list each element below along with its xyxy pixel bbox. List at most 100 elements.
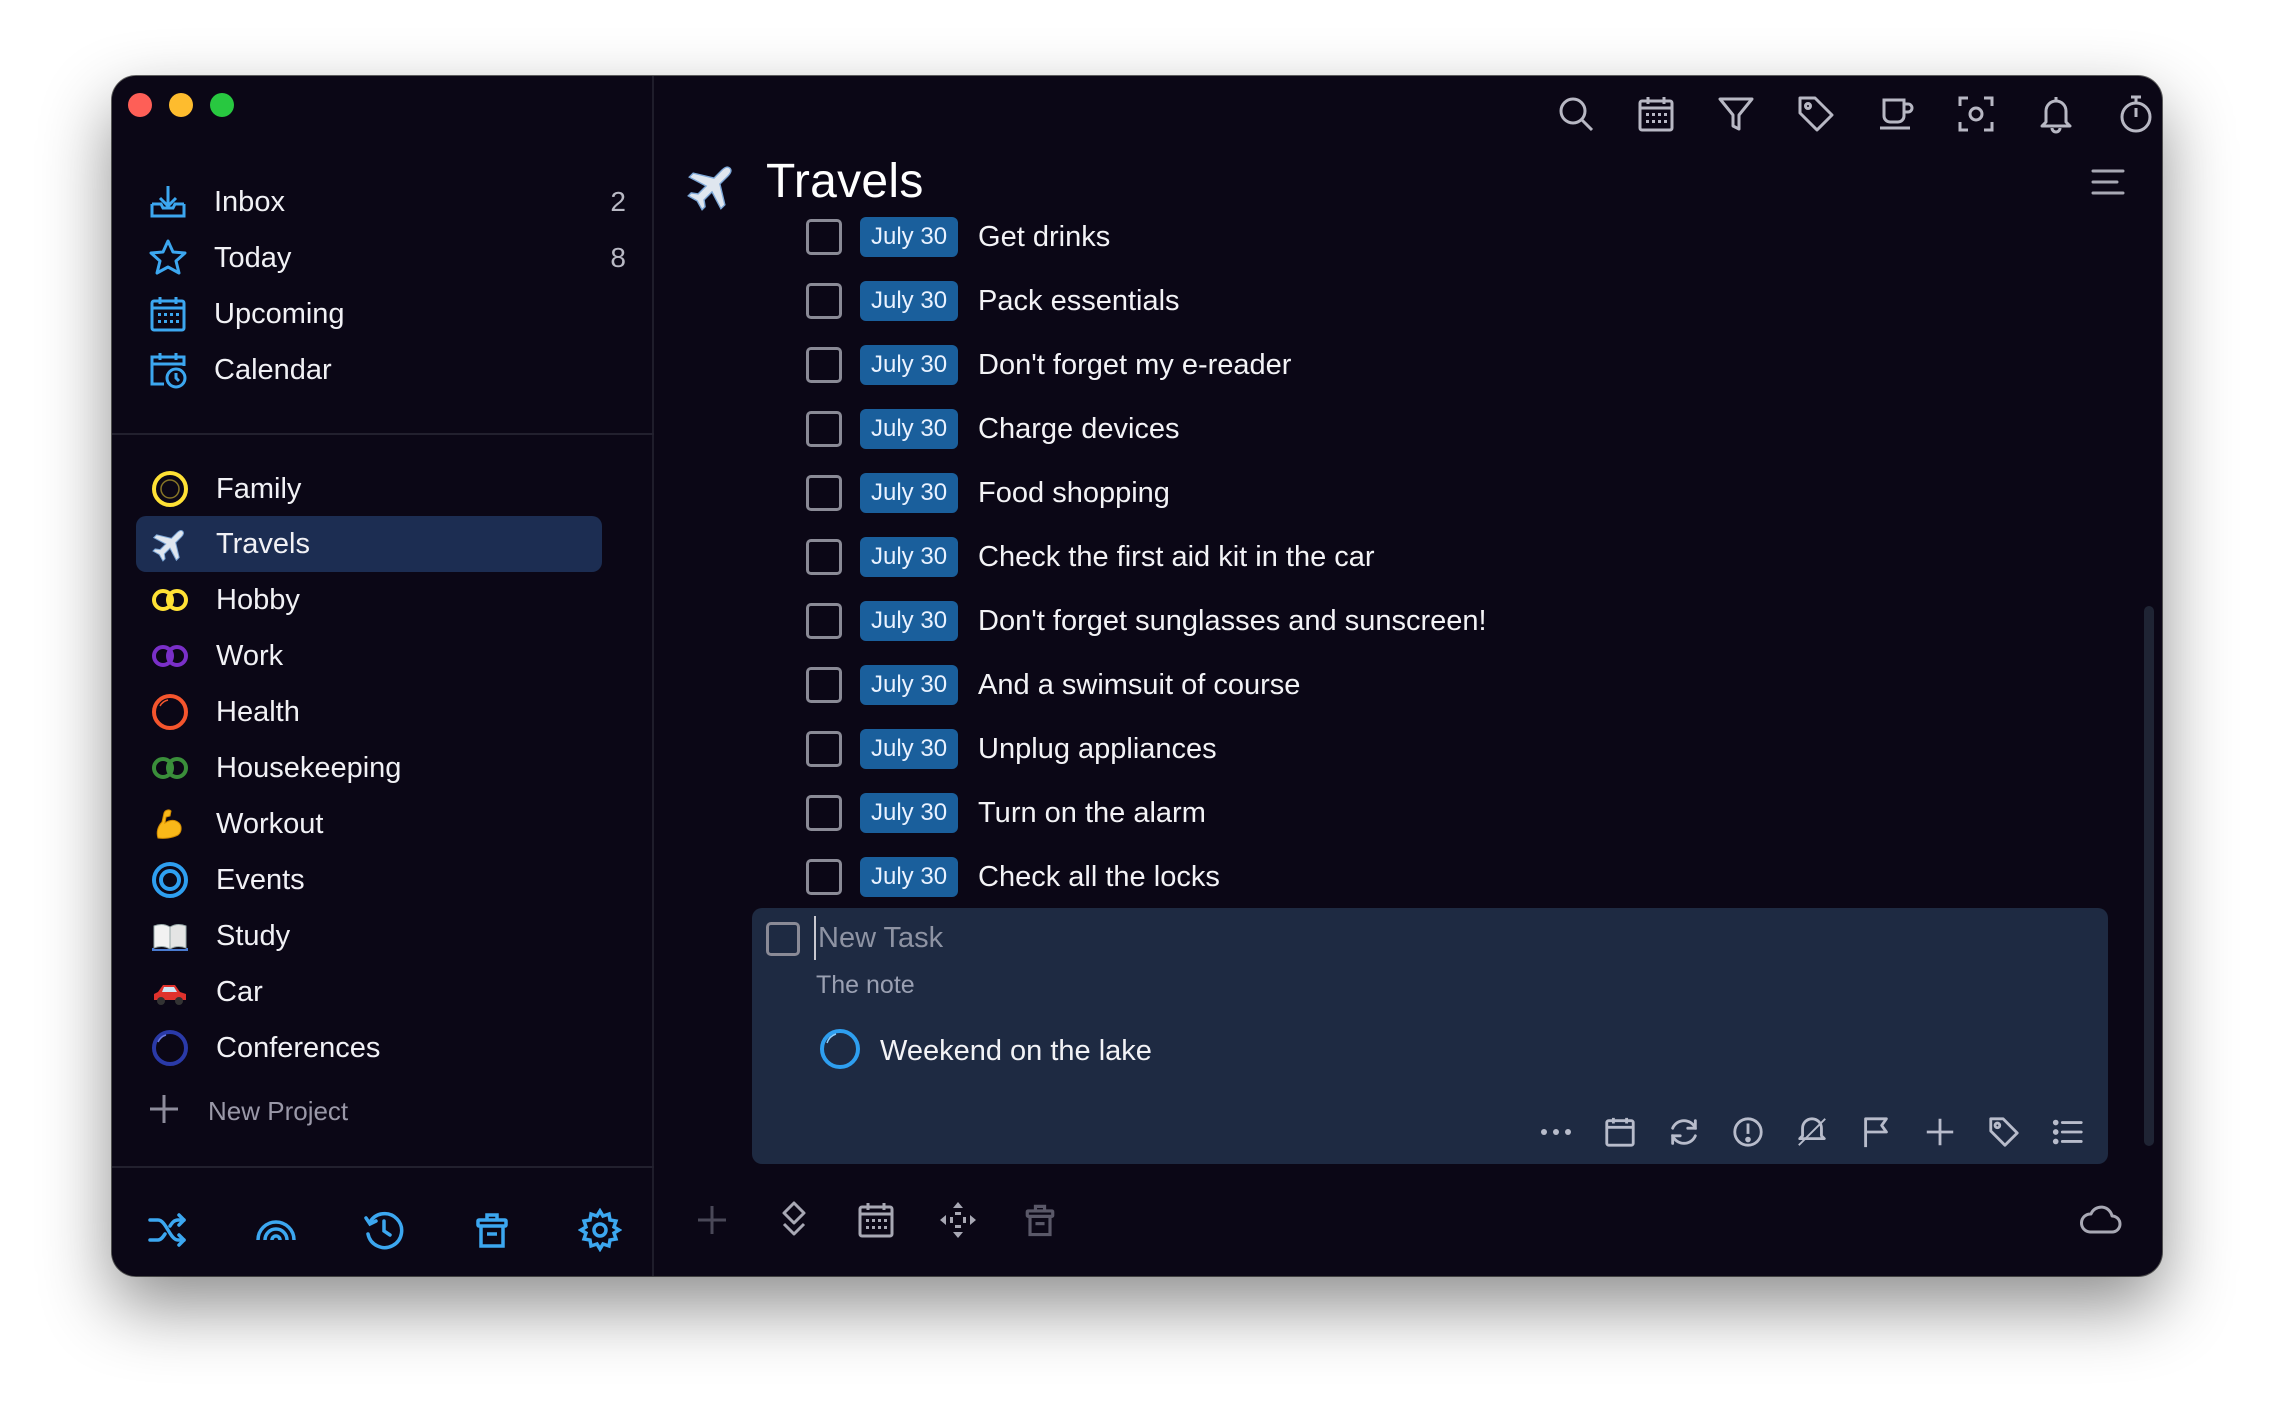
delete-icon[interactable] xyxy=(1016,1196,1064,1244)
gear-icon[interactable] xyxy=(576,1206,624,1254)
task-list: July 30 Get drinks July 30 Pack essentia… xyxy=(656,216,2162,976)
task-row[interactable]: July 30 Unplug appliances xyxy=(806,724,1217,774)
task-checkbox[interactable] xyxy=(806,731,842,767)
task-checkbox[interactable] xyxy=(806,283,842,319)
flag-icon[interactable] xyxy=(1854,1110,1898,1154)
project-selector[interactable]: Weekend on the lake xyxy=(818,1028,1152,1074)
sidebar-item-label: Study xyxy=(216,919,291,952)
cloud-icon[interactable] xyxy=(2076,1196,2124,1244)
task-checkbox[interactable] xyxy=(806,219,842,255)
task-checkbox[interactable] xyxy=(806,859,842,895)
task-row[interactable]: July 30 Food shopping xyxy=(806,468,1170,518)
trash-icon[interactable] xyxy=(468,1206,516,1254)
due-date-badge[interactable]: July 30 xyxy=(860,857,959,897)
scrollbar[interactable] xyxy=(2144,606,2154,1146)
checklist-icon[interactable] xyxy=(2046,1110,2090,1154)
main-panel: Travels July 30 Get drinks July 30 Pack … xyxy=(656,76,2162,1276)
sidebar-item-workout[interactable]: Workout xyxy=(136,796,602,852)
due-date-badge[interactable]: July 30 xyxy=(860,409,959,449)
sidebar-item-travels[interactable]: Travels xyxy=(136,516,602,572)
task-title: Check the first aid kit in the car xyxy=(978,540,1375,573)
task-row[interactable]: July 30 Pack essentials xyxy=(806,276,1180,326)
blue-ring-icon xyxy=(818,1027,862,1076)
due-date-badge[interactable]: July 30 xyxy=(860,217,959,257)
tag-icon[interactable] xyxy=(1982,1110,2026,1154)
due-date-badge[interactable]: July 30 xyxy=(860,281,959,321)
task-row[interactable]: July 30 Check the first aid kit in the c… xyxy=(806,532,1375,582)
due-date-badge[interactable]: July 30 xyxy=(860,473,959,513)
calendar-icon[interactable] xyxy=(1632,90,1680,138)
zoom-window-button[interactable] xyxy=(210,93,234,117)
task-row[interactable]: July 30 Don't forget sunglasses and suns… xyxy=(806,596,1487,646)
sidebar-item-events[interactable]: Events xyxy=(136,852,602,908)
minimize-window-button[interactable] xyxy=(169,93,193,117)
new-project-button[interactable]: New Project xyxy=(146,1086,348,1136)
task-row[interactable]: July 30 Turn on the alarm xyxy=(806,788,1206,838)
move-icon[interactable] xyxy=(770,1196,818,1244)
task-checkbox[interactable] xyxy=(806,347,842,383)
task-checkbox[interactable] xyxy=(806,475,842,511)
shuffle-icon[interactable] xyxy=(144,1206,192,1254)
task-title: Turn on the alarm xyxy=(978,796,1206,829)
task-checkbox[interactable] xyxy=(806,603,842,639)
due-date-badge[interactable]: July 30 xyxy=(860,793,959,833)
task-row[interactable]: July 30 Don't forget my e-reader xyxy=(806,340,1291,390)
task-row[interactable]: July 30 Check all the locks xyxy=(806,852,1220,902)
airplane-icon xyxy=(684,158,740,219)
filter-icon[interactable] xyxy=(1712,90,1760,138)
task-checkbox[interactable] xyxy=(806,667,842,703)
task-row[interactable]: July 30 Get drinks xyxy=(806,216,1110,262)
due-date-badge[interactable]: July 30 xyxy=(860,537,959,577)
app-window: Inbox 2 Today 8 Upcoming Calendar Family… xyxy=(112,76,2162,1276)
calendar-icon[interactable] xyxy=(852,1196,900,1244)
arrange-icon[interactable] xyxy=(934,1196,982,1244)
sidebar-item-health[interactable]: Health xyxy=(136,684,602,740)
due-date-badge[interactable]: July 30 xyxy=(860,601,959,641)
sidebar-item-family[interactable]: Family xyxy=(136,461,602,517)
sidebar-item-label: Family xyxy=(216,472,302,505)
sidebar-item-hobby[interactable]: Hobby xyxy=(136,572,602,628)
calendar-clock-icon xyxy=(146,348,190,392)
sidebar-item-inbox[interactable]: Inbox 2 xyxy=(146,172,626,232)
date-icon[interactable] xyxy=(1598,1110,1642,1154)
new-task-input[interactable] xyxy=(814,916,1614,960)
add-icon[interactable] xyxy=(688,1196,736,1244)
repeat-icon[interactable] xyxy=(1662,1110,1706,1154)
task-title: And a swimsuit of course xyxy=(978,668,1301,701)
sidebar-item-study[interactable]: Study xyxy=(136,908,602,964)
bell-icon[interactable] xyxy=(2032,90,2080,138)
note-input[interactable] xyxy=(816,968,1616,1002)
close-window-button[interactable] xyxy=(128,93,152,117)
due-date-badge[interactable]: July 30 xyxy=(860,345,959,385)
red-car-icon xyxy=(148,970,192,1014)
focus-icon[interactable] xyxy=(1952,90,2000,138)
new-task-editor: Weekend on the lake xyxy=(752,908,2108,1164)
sidebar-item-calendar[interactable]: Calendar xyxy=(146,340,626,400)
task-checkbox[interactable] xyxy=(766,922,800,956)
subtask-icon[interactable] xyxy=(1918,1110,1962,1154)
task-row[interactable]: July 30 And a swimsuit of course xyxy=(806,660,1300,710)
task-checkbox[interactable] xyxy=(806,411,842,447)
task-checkbox[interactable] xyxy=(806,539,842,575)
due-date-badge[interactable]: July 30 xyxy=(860,729,959,769)
due-date-badge[interactable]: July 30 xyxy=(860,665,959,705)
reminder-icon[interactable] xyxy=(1790,1110,1834,1154)
history-icon[interactable] xyxy=(360,1206,408,1254)
search-icon[interactable] xyxy=(1552,90,1600,138)
green-double-ring-icon xyxy=(148,746,192,790)
priority-icon[interactable] xyxy=(1726,1110,1770,1154)
more-icon[interactable] xyxy=(1534,1110,1578,1154)
sidebar-item-housekeeping[interactable]: Housekeeping xyxy=(136,740,602,796)
sidebar-item-conferences[interactable]: Conferences xyxy=(136,1020,602,1076)
tag-icon[interactable] xyxy=(1792,90,1840,138)
sidebar-item-work[interactable]: Work xyxy=(136,628,602,684)
sidebar-item-upcoming[interactable]: Upcoming xyxy=(146,284,626,344)
timer-icon[interactable] xyxy=(2112,90,2160,138)
rainbow-icon[interactable] xyxy=(252,1206,300,1254)
task-row[interactable]: July 30 Charge devices xyxy=(806,404,1180,454)
sidebar-item-today[interactable]: Today 8 xyxy=(146,228,626,288)
task-checkbox[interactable] xyxy=(806,795,842,831)
coffee-icon[interactable] xyxy=(1872,90,1920,138)
menu-icon[interactable] xyxy=(2090,164,2126,205)
sidebar-item-car[interactable]: Car xyxy=(136,964,602,1020)
